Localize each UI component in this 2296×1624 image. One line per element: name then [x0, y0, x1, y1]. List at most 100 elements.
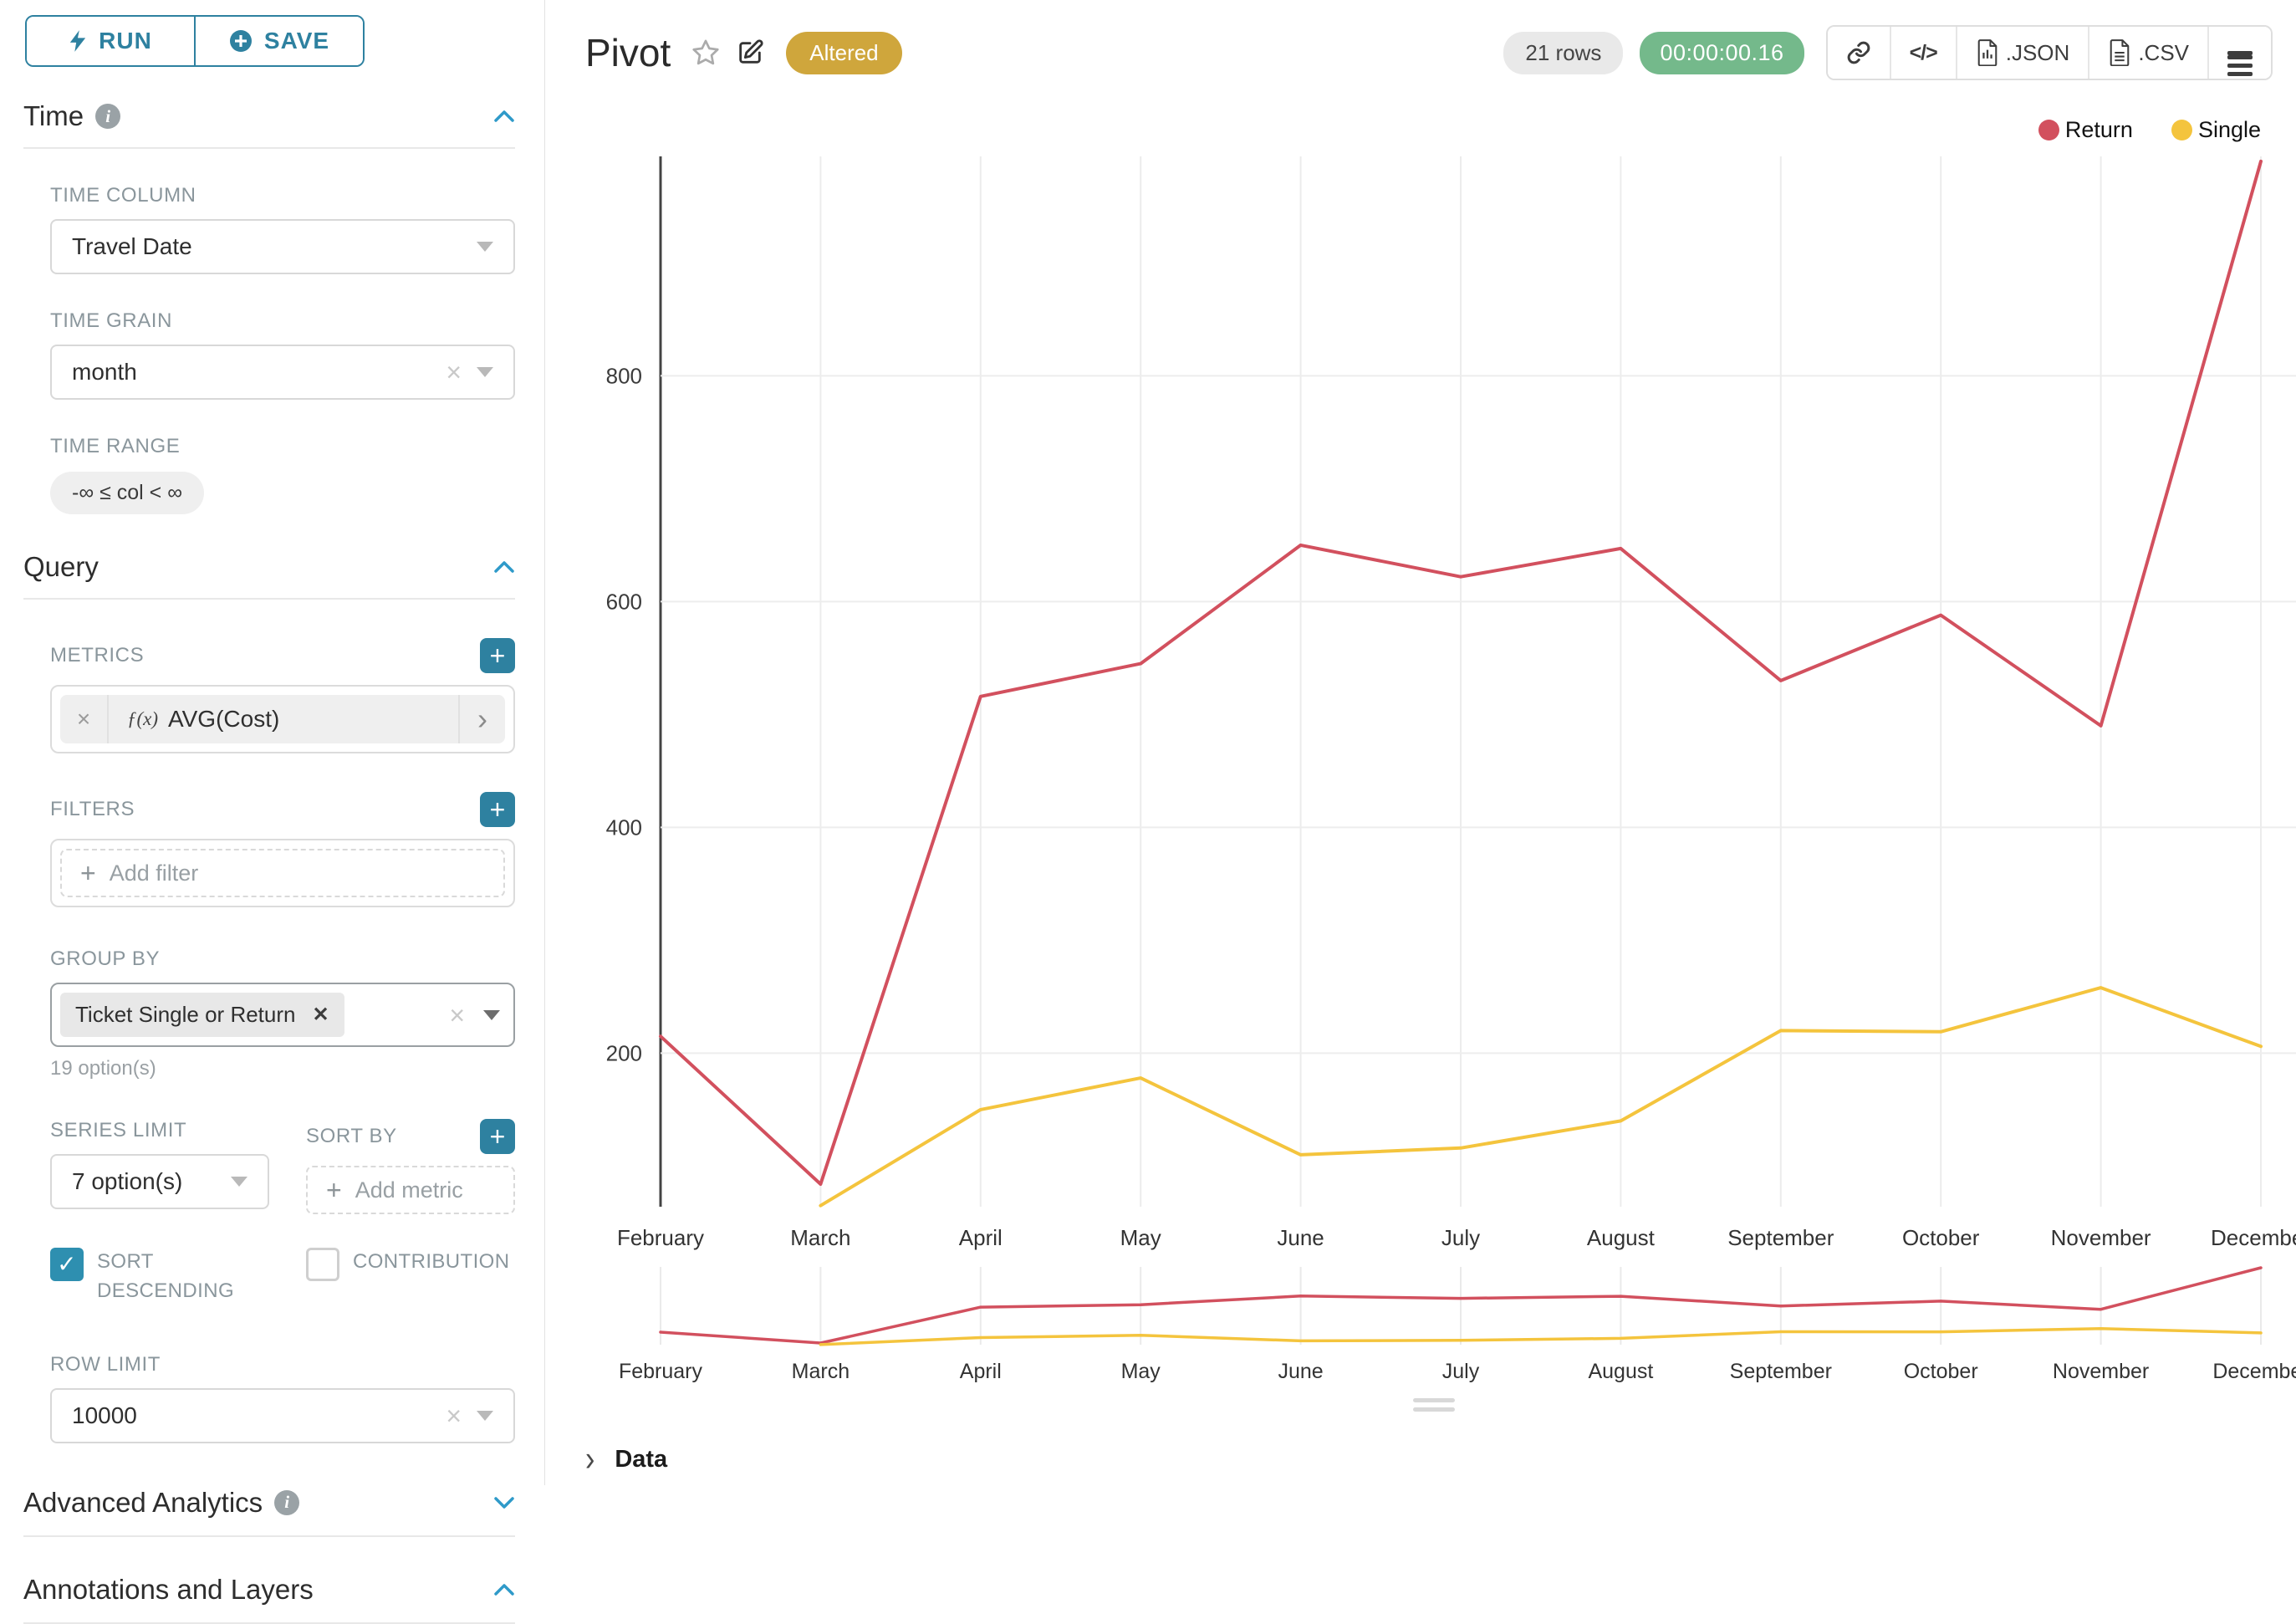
chevron-up-icon[interactable] — [493, 560, 515, 574]
series-limit-select[interactable]: 7 option(s) — [50, 1154, 269, 1209]
time-section-title: Time — [23, 100, 84, 132]
minimap-x-label: May — [1121, 1360, 1161, 1383]
legend-item-single[interactable]: Single — [2171, 117, 2261, 143]
minimap-x-label: June — [1278, 1360, 1323, 1383]
add-sort-metric-dropzone[interactable]: + Add metric — [306, 1166, 515, 1214]
series-limit-label: SERIES LIMIT — [50, 1119, 186, 1142]
legend-item-return[interactable]: Return — [2038, 117, 2133, 143]
export-csv-button[interactable]: .CSV — [2089, 27, 2209, 79]
add-metric-label: Add metric — [355, 1177, 463, 1203]
chevron-right-icon: › — [585, 1439, 594, 1480]
x-axis-tick-label: November — [2051, 1225, 2151, 1250]
export-json-button[interactable]: .JSON — [1957, 27, 2090, 79]
group-by-options-hint: 19 option(s) — [50, 1057, 515, 1080]
export-csv-label: .CSV — [2138, 40, 2189, 66]
series-line-single[interactable] — [820, 988, 2261, 1206]
row-limit-label: ROW LIMIT — [50, 1353, 515, 1376]
run-save-button-group: RUN SAVE — [25, 15, 365, 67]
add-filter-label: Add filter — [110, 861, 199, 886]
remove-tag-icon[interactable]: ✕ — [312, 1003, 329, 1027]
plus-icon: + — [80, 860, 96, 886]
time-section-header[interactable]: Time i — [23, 100, 515, 149]
favorite-star-icon[interactable] — [691, 38, 721, 68]
altered-badge[interactable]: Altered — [786, 32, 901, 74]
share-link-button[interactable] — [1828, 27, 1891, 79]
save-button-label: SAVE — [264, 28, 329, 54]
legend-label-single: Single — [2198, 117, 2261, 143]
more-options-menu-button[interactable] — [2209, 27, 2271, 79]
remove-metric-icon[interactable]: × — [60, 695, 109, 743]
group-by-label: GROUP BY — [50, 947, 515, 971]
x-axis-tick-label: March — [790, 1225, 850, 1250]
row-limit-value: 10000 — [72, 1402, 137, 1429]
sort-descending-label: SORT DESCENDING — [97, 1250, 234, 1302]
y-axis-tick-label: 200 — [606, 1040, 642, 1065]
metric-item[interactable]: × ƒ(x) AVG(Cost) › — [60, 695, 505, 743]
link-icon — [1846, 40, 1871, 65]
file-csv-icon — [2108, 39, 2131, 66]
annotations-layers-title: Annotations and Layers — [23, 1574, 314, 1606]
filters-container: + Add filter — [50, 839, 515, 907]
x-axis-tick-label: May — [1120, 1225, 1161, 1250]
info-icon: i — [274, 1490, 299, 1515]
contribution-checkbox-row[interactable]: CONTRIBUTION — [306, 1248, 515, 1306]
hamburger-icon — [2227, 51, 2253, 55]
time-column-select[interactable]: Travel Date — [50, 219, 515, 274]
chevron-down-icon[interactable] — [493, 1496, 515, 1509]
time-range-value[interactable]: -∞ ≤ col < ∞ — [50, 472, 204, 514]
chevron-down-icon — [483, 1010, 500, 1020]
embed-code-button[interactable]: </> — [1891, 27, 1957, 79]
save-button[interactable]: SAVE — [196, 17, 363, 65]
clear-icon[interactable]: × — [449, 1002, 465, 1029]
minimap-x-label: March — [792, 1360, 850, 1383]
metrics-container: × ƒ(x) AVG(Cost) › — [50, 685, 515, 753]
plus-circle-icon — [229, 29, 253, 53]
clear-icon[interactable]: × — [446, 1402, 462, 1429]
query-section-header[interactable]: Query — [23, 551, 515, 600]
edit-pencil-icon[interactable] — [736, 38, 764, 67]
chevron-right-icon[interactable]: › — [458, 695, 505, 743]
function-icon: ƒ(x) — [127, 708, 158, 730]
add-filter-dropzone[interactable]: + Add filter — [60, 849, 505, 897]
lightning-icon — [69, 29, 87, 53]
x-axis-tick-label: February — [617, 1225, 704, 1250]
data-panel-toggle[interactable]: › Data — [585, 1443, 667, 1476]
query-timer-badge: 00:00:00.16 — [1640, 32, 1804, 74]
minimap-x-label: December — [2212, 1360, 2296, 1383]
row-limit-select[interactable]: 10000 × — [50, 1388, 515, 1443]
time-column-label: TIME COLUMN — [50, 184, 515, 207]
metrics-label: METRICS — [50, 644, 144, 667]
add-filter-button[interactable]: + — [480, 792, 515, 827]
checkbox-unchecked-icon[interactable] — [306, 1248, 339, 1281]
add-metric-button[interactable]: + — [480, 638, 515, 673]
chevron-up-icon[interactable] — [493, 110, 515, 123]
chart-title: Pivot — [585, 30, 671, 75]
x-axis-tick-label: April — [959, 1225, 1003, 1250]
checkbox-checked-icon[interactable]: ✓ — [50, 1248, 84, 1281]
annotations-layers-header[interactable]: Annotations and Layers — [23, 1574, 515, 1624]
sort-descending-checkbox-row[interactable]: ✓ SORT DESCENDING — [50, 1248, 269, 1306]
run-button[interactable]: RUN — [27, 17, 196, 65]
panel-resize-handle[interactable] — [1413, 1398, 1455, 1417]
minimap-x-label: September — [1730, 1360, 1832, 1383]
chevron-down-icon — [231, 1177, 247, 1187]
clear-icon[interactable]: × — [446, 359, 462, 386]
code-icon: </> — [1910, 41, 1937, 65]
minimap-x-label: February — [619, 1360, 703, 1383]
group-by-tag[interactable]: Ticket Single or Return ✕ — [60, 993, 344, 1037]
add-sort-metric-button[interactable]: + — [480, 1119, 515, 1154]
time-grain-select[interactable]: month × — [50, 345, 515, 400]
legend-label-return: Return — [2065, 117, 2133, 143]
advanced-analytics-header[interactable]: Advanced Analytics i — [23, 1487, 515, 1537]
contribution-label: CONTRIBUTION — [353, 1250, 509, 1273]
minimap-x-label: April — [960, 1360, 1002, 1383]
x-axis-tick-label: October — [1902, 1225, 1980, 1250]
metric-name: AVG(Cost) — [168, 706, 279, 733]
chevron-up-icon[interactable] — [493, 1583, 515, 1596]
y-axis-tick-label: 600 — [606, 589, 642, 614]
y-axis-tick-label: 400 — [606, 815, 642, 840]
minimap-x-label: October — [1904, 1360, 1978, 1383]
query-section-title: Query — [23, 551, 99, 583]
time-grain-label: TIME GRAIN — [50, 309, 515, 333]
group-by-select[interactable]: Ticket Single or Return ✕ × — [50, 983, 515, 1047]
